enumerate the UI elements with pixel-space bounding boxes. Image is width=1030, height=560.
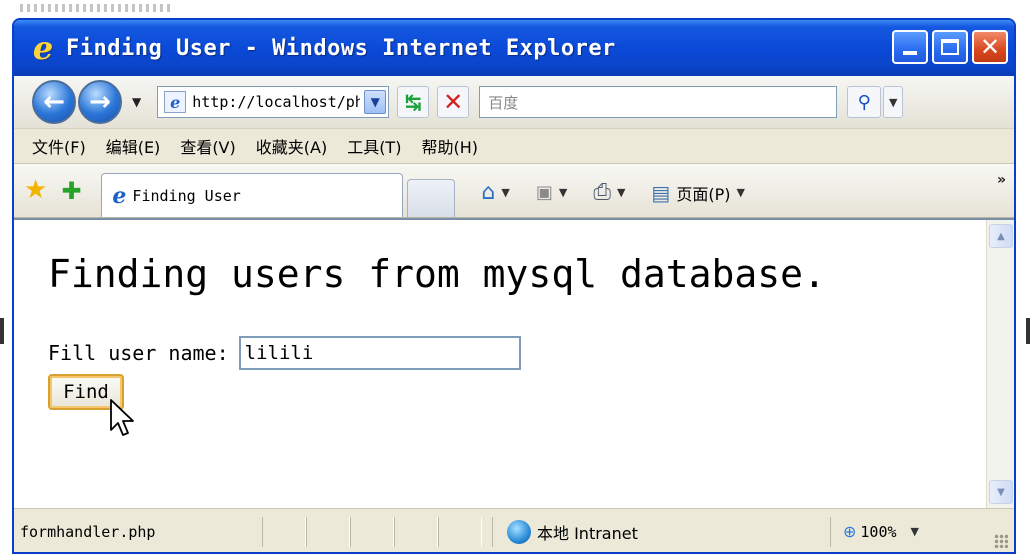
left-edge-artifact: [0, 318, 4, 344]
maximize-button[interactable]: [932, 30, 968, 64]
scroll-up-icon[interactable]: ▲: [989, 224, 1013, 248]
menu-bar: 文件(F) 编辑(E) 查看(V) 收藏夹(A) 工具(T) 帮助(H): [14, 128, 1014, 164]
page-heading: Finding users from mysql database.: [48, 252, 826, 296]
tab-ie-icon: e: [112, 182, 127, 209]
page-icon: e: [164, 91, 187, 113]
window-title: Finding User - Windows Internet Explorer: [66, 35, 616, 61]
right-edge-artifact: [1026, 318, 1030, 344]
arrow-left-icon: ←: [43, 87, 65, 117]
status-segment: [438, 516, 482, 547]
menu-favorites[interactable]: 收藏夹(A): [256, 134, 327, 158]
browser-window: e Finding User - Windows Internet Explor…: [12, 18, 1016, 554]
feeds-dropdown-icon[interactable]: ▼: [559, 186, 567, 199]
zoom-control[interactable]: ⊕ 100% ▼: [830, 516, 919, 547]
search-input[interactable]: 百度: [479, 86, 838, 118]
back-button[interactable]: ←: [32, 80, 76, 124]
security-zone[interactable]: 本地 Intranet: [492, 516, 810, 547]
tab-label: Finding User: [132, 186, 241, 205]
close-button[interactable]: ✕: [972, 30, 1008, 64]
scroll-down-icon[interactable]: ▼: [989, 480, 1013, 504]
stop-button[interactable]: ✕: [437, 86, 470, 118]
page-content: Finding users from mysql database. Fill …: [14, 218, 1014, 508]
status-segment: [306, 516, 350, 547]
window-controls: ✕: [892, 30, 1008, 64]
status-segment: [350, 516, 394, 547]
zoom-icon: ⊕: [843, 522, 857, 541]
home-dropdown-icon[interactable]: ▼: [501, 186, 509, 199]
user-form-row: Fill user name:: [48, 336, 521, 370]
refresh-button[interactable]: ↹: [397, 86, 430, 118]
status-text: formhandler.php: [20, 522, 156, 541]
feeds-icon[interactable]: ▣: [536, 182, 553, 203]
status-segment: [262, 516, 306, 547]
print-dropdown-icon[interactable]: ▼: [617, 186, 625, 199]
page-dropdown-icon[interactable]: ▼: [736, 186, 744, 199]
address-bar[interactable]: e http://localhost/ph ▼: [157, 86, 390, 118]
mouse-cursor-icon: [110, 399, 134, 436]
status-bar: formhandler.php 本地 Intranet ⊕ 100% ▼: [14, 508, 1014, 552]
favorites-star-icon[interactable]: ★: [24, 177, 47, 203]
page-menu-button[interactable]: 页面(P): [676, 181, 730, 205]
command-bar: ⌂ ▼ ▣ ▼ ⎙ ▼ ▤ 页面(P) ▼: [481, 180, 771, 205]
search-button[interactable]: ⚲: [847, 86, 882, 118]
search-options-dropdown-icon[interactable]: ▼: [883, 86, 904, 118]
menu-view[interactable]: 查看(V): [180, 134, 235, 158]
address-text[interactable]: http://localhost/ph: [192, 93, 360, 111]
arrow-right-icon: →: [89, 87, 111, 117]
menu-edit[interactable]: 编辑(E): [106, 134, 161, 158]
add-favorite-icon[interactable]: ✚: [61, 179, 81, 203]
home-icon[interactable]: ⌂: [481, 180, 495, 205]
address-dropdown-icon[interactable]: ▼: [364, 90, 387, 114]
menu-tools[interactable]: 工具(T): [347, 134, 401, 158]
title-bar[interactable]: e Finding User - Windows Internet Explor…: [14, 20, 1014, 76]
menu-file[interactable]: 文件(F): [32, 134, 86, 158]
menu-help[interactable]: 帮助(H): [421, 134, 478, 158]
tab-bar: ★ ✚ e Finding User ⌂ ▼ ▣ ▼ ⎙ ▼ ▤ 页面(P) ▼…: [14, 164, 1014, 218]
search-icon: ⚲: [857, 91, 871, 113]
globe-icon: [507, 519, 531, 544]
minimize-icon: [903, 51, 917, 55]
status-segment: [394, 516, 438, 547]
user-name-label: Fill user name:: [48, 341, 229, 365]
user-name-input[interactable]: [238, 336, 521, 370]
zoom-level: 100%: [860, 522, 897, 541]
zone-text: 本地 Intranet: [537, 523, 638, 543]
more-tools-chevron-icon[interactable]: »: [997, 172, 1006, 188]
tab-finding-user[interactable]: e Finding User: [101, 173, 404, 217]
top-edge-artifact: [20, 4, 170, 12]
resize-grip-icon[interactable]: [994, 534, 1008, 548]
zoom-dropdown-icon[interactable]: ▼: [911, 525, 919, 538]
stop-icon: ✕: [443, 88, 464, 116]
maximize-icon: [941, 39, 959, 55]
refresh-icon: ↹: [404, 90, 422, 114]
close-icon: ✕: [979, 33, 1001, 61]
recent-pages-dropdown-icon[interactable]: ▼: [132, 95, 141, 109]
navigation-bar: ← → ▼ e http://localhost/ph ▼ ↹ ✕ 百度 ⚲ ▼: [14, 76, 1014, 128]
vertical-scrollbar[interactable]: ▲ ▼: [986, 220, 1014, 508]
minimize-button[interactable]: [892, 30, 928, 64]
page-menu-icon[interactable]: ▤: [651, 181, 670, 205]
print-icon[interactable]: ⎙: [593, 180, 611, 205]
forward-button[interactable]: →: [78, 80, 122, 124]
ie-logo-icon: e: [32, 29, 54, 67]
new-tab-button[interactable]: [407, 179, 456, 217]
